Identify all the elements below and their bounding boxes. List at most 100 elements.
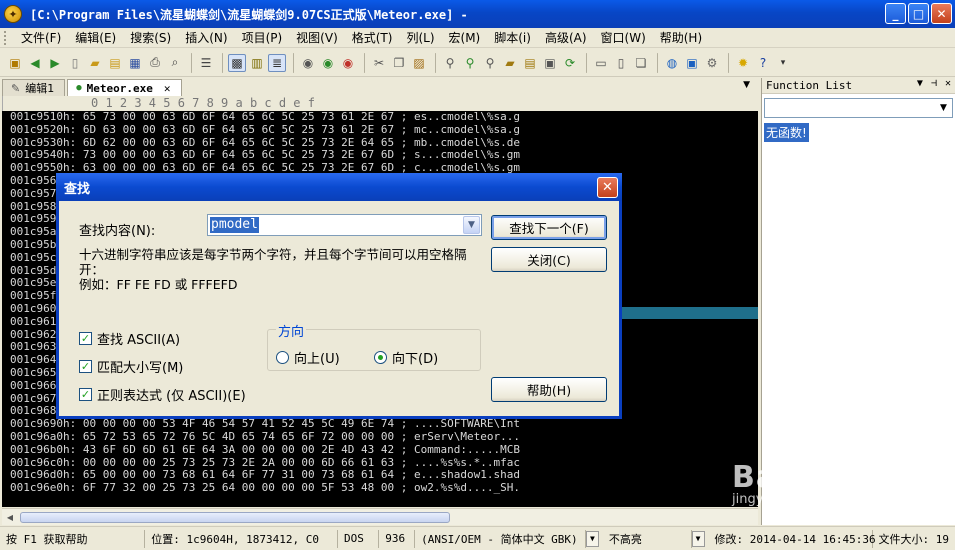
- close-panel-icon[interactable]: ✕: [945, 78, 951, 89]
- find-input[interactable]: pmodel ▼: [207, 214, 482, 236]
- hex-mode-icon[interactable]: ▩: [228, 53, 246, 72]
- document-icon[interactable]: ☰: [197, 54, 215, 72]
- panel-menu-icon[interactable]: ▼: [917, 78, 923, 89]
- toolbar-overflow-icon[interactable]: ▾: [774, 54, 792, 72]
- chevron-down-icon[interactable]: ▼: [935, 99, 952, 117]
- scrollbar-thumb[interactable]: [20, 512, 450, 523]
- tab-edit1[interactable]: ✎ 编辑1: [2, 79, 66, 96]
- help-button[interactable]: 帮助(H): [491, 377, 607, 402]
- panel-title: Function List: [766, 79, 853, 92]
- web-browser-icon[interactable]: ◍: [663, 54, 681, 72]
- find-value: pmodel: [210, 217, 259, 233]
- bookmark-icon[interactable]: ▰: [501, 54, 519, 72]
- ftp-icon[interactable]: ▣: [683, 54, 701, 72]
- open-project-icon[interactable]: ▣: [6, 54, 24, 72]
- maximize-button[interactable]: □: [908, 3, 929, 24]
- replace-in-files-icon[interactable]: ⚲: [461, 54, 479, 72]
- match-case-checkbox[interactable]: ✓ 匹配大小写(M): [79, 357, 183, 376]
- dialog-title-bar: 查找 ✕: [56, 173, 622, 201]
- open-icon[interactable]: ▤: [106, 54, 124, 72]
- menu-window[interactable]: 窗口(W): [594, 29, 653, 46]
- encoding-dropdown-icon[interactable]: ▼: [585, 530, 599, 547]
- copy-icon[interactable]: ❐: [390, 54, 408, 72]
- tile-horizontal-icon[interactable]: ▭: [592, 54, 610, 72]
- direction-down-radio[interactable]: 向下(D): [374, 348, 438, 367]
- new-file-icon[interactable]: ▯: [66, 54, 84, 72]
- horizontal-scrollbar[interactable]: ◀: [2, 508, 758, 525]
- menu-format[interactable]: 格式(T): [345, 29, 400, 46]
- tab-label: 编辑1: [25, 82, 55, 95]
- save-icon[interactable]: ▦: [126, 54, 144, 72]
- function-filter-select[interactable]: ▼: [764, 98, 953, 118]
- pin-icon[interactable]: ⊣: [931, 78, 937, 89]
- tab-meteor-exe[interactable]: ● Meteor.exe ✕: [67, 79, 182, 96]
- chevron-down-icon[interactable]: ▼: [463, 216, 480, 234]
- menu-edit[interactable]: 编辑(E): [68, 29, 123, 46]
- toolbar-separator: [293, 52, 294, 73]
- close-window-button[interactable]: ✕: [931, 3, 952, 24]
- paste-icon[interactable]: ▨: [410, 54, 428, 72]
- tab-list-dropdown-icon[interactable]: ▼: [743, 80, 750, 90]
- tip-bulb-icon[interactable]: ✹: [734, 54, 752, 72]
- forward-arrow-icon[interactable]: ▶: [46, 54, 64, 72]
- compare-icon[interactable]: ⚲: [481, 54, 499, 72]
- word-wrap-icon[interactable]: ≣: [268, 53, 286, 72]
- modified-dot-icon: ●: [76, 83, 82, 93]
- status-codepage: 936: [379, 529, 416, 548]
- menu-column[interactable]: 列(L): [399, 29, 441, 46]
- menu-macro[interactable]: 宏(M): [442, 29, 488, 46]
- minimize-button[interactable]: _: [885, 3, 906, 24]
- help-icon[interactable]: ?: [754, 54, 772, 72]
- scroll-left-icon[interactable]: ◀: [2, 510, 18, 525]
- hex-row[interactable]: 001c9510h: 65 73 00 00 63 6D 6F 64 65 6C…: [2, 111, 758, 124]
- direction-group: 方向 向上(U) 向下(D): [267, 321, 481, 371]
- menu-insert[interactable]: 插入(N): [178, 29, 234, 46]
- direction-up-label: 向上(U): [294, 352, 340, 367]
- list-icon[interactable]: ▤: [521, 54, 539, 72]
- menu-advanced[interactable]: 高级(A): [538, 29, 594, 46]
- menu-view[interactable]: 视图(V): [289, 29, 345, 46]
- print-icon[interactable]: ⎙: [146, 54, 164, 72]
- menu-project[interactable]: 项目(P): [235, 29, 290, 46]
- back-arrow-icon[interactable]: ◀: [26, 54, 44, 72]
- macro-icon[interactable]: ▣: [541, 54, 559, 72]
- find-in-files-icon[interactable]: ⚲: [441, 54, 459, 72]
- close-button[interactable]: 关闭(C): [491, 247, 607, 272]
- close-tab-icon[interactable]: ✕: [164, 82, 171, 95]
- cascade-icon[interactable]: ❏: [632, 54, 650, 72]
- menu-file[interactable]: 文件(F): [14, 29, 68, 46]
- hex-row[interactable]: 001c9520h: 6D 63 00 00 63 6D 6F 64 65 6C…: [2, 123, 758, 137]
- hex-example-line: 例如：FF FE FD 或 FFFEFD: [79, 277, 238, 292]
- ascii-label: 查找 ASCII(A): [97, 333, 181, 348]
- find-dialog: 查找 ✕ 查找内容(N): pmodel ▼ 十六进制字符串应该是每字节两个字符…: [56, 173, 622, 419]
- tile-vertical-icon[interactable]: ▯: [612, 54, 630, 72]
- print-preview-icon[interactable]: ⌕: [166, 54, 184, 72]
- direction-up-radio[interactable]: 向上(U): [276, 348, 340, 367]
- app-icon: ✦: [4, 5, 22, 23]
- replace-icon[interactable]: ◉: [339, 54, 357, 72]
- hex-row[interactable]: 001c96a0h: 65 72 53 65 72 76 5C 4D 65 74…: [2, 430, 758, 444]
- ascii-checkbox[interactable]: ✓ 查找 ASCII(A): [79, 329, 180, 348]
- regex-checkbox[interactable]: ✓ 正则表达式 (仅 ASCII)(E): [79, 385, 246, 404]
- dialog-close-button[interactable]: ✕: [597, 177, 618, 198]
- cut-icon[interactable]: ✂: [370, 54, 388, 72]
- hex-row[interactable]: 001c96e0h: 6F 77 32 00 25 73 25 64 00 00…: [2, 481, 758, 495]
- hex-row[interactable]: 001c9690h: 00 00 00 00 53 4F 46 54 57 41…: [2, 417, 758, 431]
- settings-icon[interactable]: ⚙: [703, 54, 721, 72]
- menu-script[interactable]: 脚本(i): [487, 29, 538, 46]
- find-next-icon[interactable]: ◉: [319, 54, 337, 72]
- hex-row[interactable]: 001c96b0h: 43 6F 6D 6D 61 6E 64 3A 00 00…: [2, 443, 758, 457]
- menu-search[interactable]: 搜索(S): [123, 29, 178, 46]
- open-folder-icon[interactable]: ▰: [86, 54, 104, 72]
- panel-buttons: ▼ ⊣ ✕: [917, 78, 951, 89]
- find-next-button[interactable]: 查找下一个(F): [491, 215, 607, 240]
- refresh-icon[interactable]: ⟳: [561, 54, 579, 72]
- find-icon[interactable]: ◉: [299, 54, 317, 72]
- hex-help-line: 十六进制字符串应该是每字节两个字符，并且每个字节间可以用空格隔开：: [79, 247, 467, 277]
- column-mode-icon[interactable]: ▥: [248, 54, 266, 72]
- status-filesize: 文件大小: 19: [878, 532, 950, 546]
- regex-label: 正则表达式 (仅 ASCII)(E): [97, 389, 246, 404]
- highlight-dropdown-icon[interactable]: ▼: [691, 530, 705, 547]
- menu-help[interactable]: 帮助(H): [653, 29, 709, 46]
- baidu-watermark: Bai 经验 jingyan.baidu.com: [732, 452, 862, 507]
